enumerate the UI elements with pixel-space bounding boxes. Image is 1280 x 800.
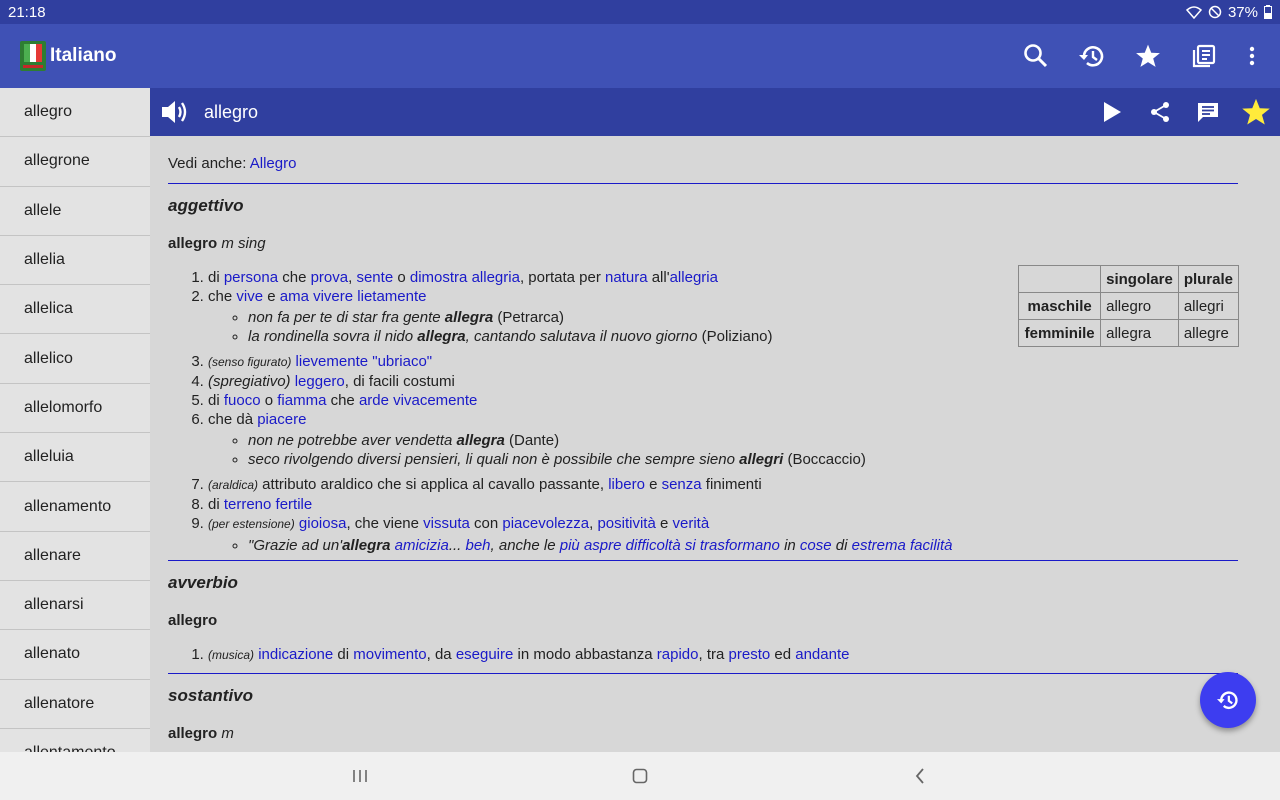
entry-panel: allegro Vedi anche: Allegro aggettivo al… bbox=[150, 88, 1280, 752]
table-cell: allegra bbox=[1100, 319, 1179, 347]
definition: (senso figurato) lievemente "ubriaco" bbox=[208, 352, 1238, 372]
definition: che dà piacere non ne potrebbe aver vend… bbox=[208, 410, 1238, 469]
example-list: "Grazie ad un'allegra amicizia... beh, a… bbox=[208, 536, 1238, 555]
list-item[interactable]: allenare bbox=[0, 531, 150, 581]
see-also: Vedi anche: Allegro bbox=[168, 155, 297, 172]
history-button[interactable] bbox=[1064, 28, 1120, 84]
entry-header: allegro bbox=[150, 88, 1280, 136]
do-not-disturb-icon bbox=[1208, 5, 1222, 19]
history-icon bbox=[1079, 46, 1104, 67]
definition: di fuoco o fiamma che arde vivacemente bbox=[208, 391, 1238, 410]
table-header-cell: plurale bbox=[1177, 265, 1240, 293]
system-nav-bar bbox=[0, 752, 1280, 800]
dictionaries-button[interactable] bbox=[1176, 28, 1232, 84]
status-bar: 21:18 37% bbox=[0, 0, 1280, 24]
definition: (musica) indicazione di movimento, da es… bbox=[208, 645, 1238, 665]
pos-heading-adverb: avverbio bbox=[168, 573, 238, 592]
book-list-icon bbox=[1192, 44, 1216, 68]
home-button[interactable] bbox=[610, 752, 670, 800]
history-icon bbox=[1217, 691, 1238, 709]
list-item[interactable]: allelica bbox=[0, 285, 150, 335]
table-cell: allegro bbox=[1100, 292, 1179, 320]
lemma-line: allegro bbox=[168, 612, 218, 629]
entry-word: allegro bbox=[204, 101, 259, 122]
app-bar: Italiano bbox=[0, 24, 1280, 88]
search-button[interactable] bbox=[1008, 28, 1064, 84]
list-item[interactable]: allenatore bbox=[0, 679, 150, 729]
table-header-cell bbox=[1018, 265, 1102, 293]
list-item[interactable]: allenato bbox=[0, 630, 150, 680]
list-item[interactable]: allegro bbox=[0, 88, 150, 138]
list-item[interactable]: allentamento bbox=[0, 728, 150, 752]
example: seco rivolgendo diversi pensieri, li qua… bbox=[248, 450, 1238, 469]
table-cell: allegre bbox=[1177, 319, 1240, 347]
star-filled-icon bbox=[1242, 98, 1270, 125]
speaker-icon bbox=[162, 101, 187, 123]
definition: di terreno fertile bbox=[208, 495, 1238, 514]
list-item[interactable]: allenarsi bbox=[0, 580, 150, 631]
comment-button[interactable] bbox=[1184, 88, 1232, 136]
share-button[interactable] bbox=[1136, 88, 1184, 136]
entry-content: Vedi anche: Allegro aggettivo allegro m … bbox=[150, 136, 1280, 743]
table-row: femminile allegra allegre bbox=[1018, 319, 1240, 347]
comment-icon bbox=[1198, 103, 1218, 122]
divider bbox=[168, 673, 1238, 674]
history-fab[interactable] bbox=[1200, 672, 1256, 728]
app-logo-icon bbox=[20, 41, 46, 71]
list-item[interactable]: allelico bbox=[0, 334, 150, 384]
pos-heading-adjective: aggettivo bbox=[168, 196, 244, 215]
status-icons: 37% bbox=[1185, 3, 1272, 21]
table-row-header: maschile bbox=[1018, 292, 1102, 320]
definition: (spregiativo) leggero, di facili costumi bbox=[208, 372, 1238, 391]
more-vert-icon bbox=[1249, 46, 1255, 66]
table-header-cell: singolare bbox=[1100, 265, 1179, 293]
table-row-header: femminile bbox=[1018, 319, 1102, 347]
app-title: Italiano bbox=[50, 45, 117, 66]
table-row: singolare plurale bbox=[1018, 265, 1240, 293]
battery-percent: 37% bbox=[1227, 3, 1258, 21]
list-item[interactable]: allelia bbox=[0, 235, 150, 286]
favorites-button[interactable] bbox=[1120, 28, 1176, 84]
definition-list-adverb: (musica) indicazione di movimento, da es… bbox=[168, 645, 1238, 665]
recent-apps-button[interactable] bbox=[330, 752, 390, 800]
play-icon bbox=[1104, 102, 1121, 122]
example-list: non ne potrebbe aver vendetta allegra (D… bbox=[208, 431, 1238, 469]
word-list[interactable]: allegro allegrone allele allelia allelic… bbox=[0, 88, 150, 752]
table-cell: allegri bbox=[1177, 292, 1240, 320]
favorite-toggle[interactable] bbox=[1232, 88, 1280, 136]
wifi-icon bbox=[1185, 6, 1202, 19]
overflow-menu-button[interactable] bbox=[1232, 28, 1272, 84]
list-item[interactable]: allele bbox=[0, 186, 150, 236]
definition: (per estensione) gioiosa, che viene viss… bbox=[208, 514, 1238, 555]
table-row: maschile allegro allegri bbox=[1018, 292, 1240, 320]
definition: (araldica) attributo araldico che si app… bbox=[208, 475, 1238, 495]
pronounce-button[interactable] bbox=[152, 88, 198, 136]
see-also-link[interactable]: Allegro bbox=[250, 155, 297, 172]
lemma-line: allegro m sing bbox=[168, 235, 266, 252]
list-item[interactable]: alleluia bbox=[0, 433, 150, 483]
play-button[interactable] bbox=[1088, 88, 1136, 136]
lemma-line: allegro m bbox=[168, 725, 234, 742]
share-icon bbox=[1151, 102, 1169, 122]
back-icon bbox=[915, 768, 924, 784]
example: non ne potrebbe aver vendetta allegra (D… bbox=[248, 431, 1238, 450]
home-icon bbox=[632, 768, 648, 784]
inflection-table: singolare plurale maschile allegro alleg… bbox=[1018, 265, 1240, 347]
pos-heading-noun: sostantivo bbox=[168, 686, 254, 705]
divider bbox=[168, 560, 1238, 561]
battery-icon bbox=[1264, 5, 1272, 19]
list-item[interactable]: allenamento bbox=[0, 482, 150, 532]
example: "Grazie ad un'allegra amicizia... beh, a… bbox=[248, 536, 1238, 555]
divider bbox=[168, 183, 1238, 184]
star-icon bbox=[1136, 44, 1160, 67]
back-button[interactable] bbox=[890, 752, 950, 800]
list-item[interactable]: allegrone bbox=[0, 137, 150, 187]
list-item[interactable]: allelomorfo bbox=[0, 383, 150, 434]
search-icon bbox=[1024, 44, 1048, 68]
recent-apps-icon bbox=[353, 770, 367, 782]
status-time: 21:18 bbox=[8, 3, 46, 21]
